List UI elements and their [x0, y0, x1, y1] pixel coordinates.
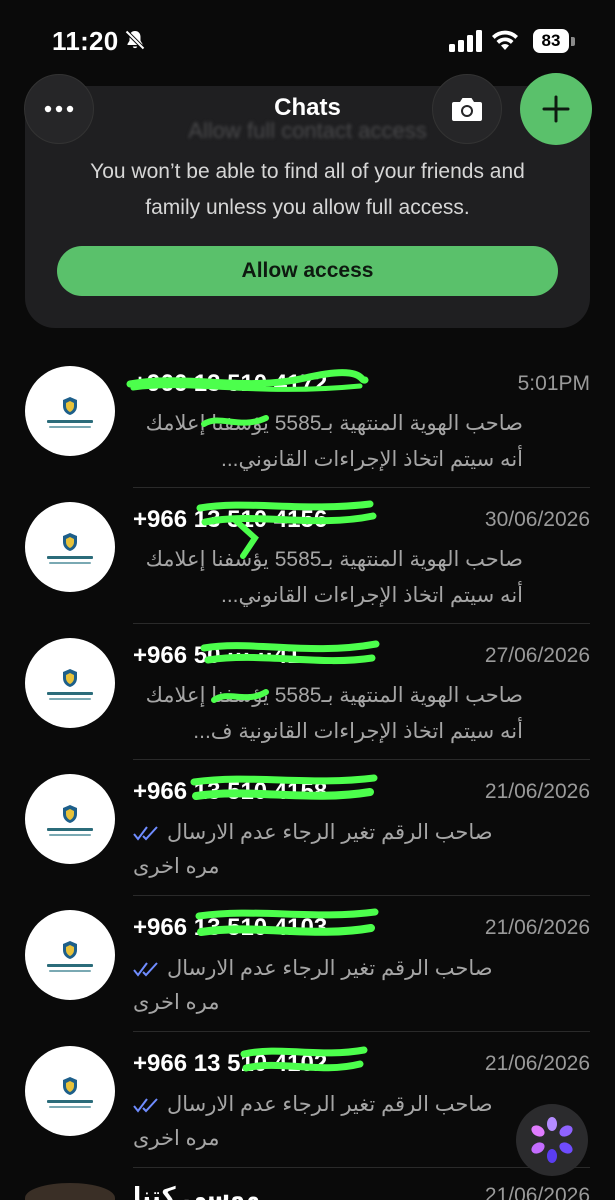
logo-text-line	[47, 420, 93, 423]
avatar	[25, 910, 115, 1000]
camera-button[interactable]	[432, 74, 502, 144]
logo-text-line	[49, 1106, 91, 1108]
battery-indicator: 83	[533, 29, 575, 53]
double-check-icon	[133, 826, 158, 842]
shield-logo-icon	[63, 1077, 77, 1095]
chat-preview: صاحب الرقم تغير الرجاء عدم الارسال مره ا…	[133, 952, 493, 1020]
chat-date: 5:01PM	[517, 372, 590, 395]
logo-text-line	[47, 828, 93, 831]
chat-preview-text: صاحب الرقم تغير الرجاء عدم الارسال	[167, 821, 493, 844]
row-divider	[133, 1167, 590, 1168]
logo-text-line	[49, 698, 91, 700]
camera-icon	[452, 98, 482, 121]
chat-date: 27/06/2026	[484, 644, 590, 667]
chat-preview-line-2: مره اخرى	[133, 1127, 220, 1150]
chat-name: +966 13 510 4172	[133, 370, 328, 397]
battery-tip	[571, 37, 575, 46]
logo-text-line	[49, 562, 91, 564]
shield-logo-icon	[63, 805, 77, 823]
avatar	[25, 638, 115, 728]
chat-preview: صاحب الرقم تغير الرجاء عدم الارسال مره ا…	[133, 816, 493, 884]
chat-preview: صاحب الهوية المنتهية بـ5585 يؤسفنا إعلام…	[145, 412, 523, 471]
chat-row[interactable]: +966 50 ··· ··41 27/06/2026 صاحب الهوية …	[0, 624, 615, 760]
chat-preview: صاحب الرقم تغير الرجاء عدم الارسال مره ا…	[133, 1088, 493, 1156]
chat-preview-line: صاحب الرقم تغير الرجاء عدم الارسال	[133, 816, 493, 850]
chat-preview-text: صاحب الرقم تغير الرجاء عدم الارسال	[167, 1093, 493, 1116]
avatar	[25, 366, 115, 456]
shield-logo-icon	[63, 397, 77, 415]
status-bar: 11:20 83	[0, 0, 615, 80]
shield-logo-icon	[63, 941, 77, 959]
allow-access-button[interactable]: Allow access	[57, 246, 558, 296]
chat-preview: صاحب الهوية المنتهية بـ5585 يؤسفنا إعلام…	[145, 684, 523, 743]
avatar	[25, 502, 115, 592]
chat-date: 21/06/2026	[484, 916, 590, 939]
more-dots-icon	[44, 105, 74, 113]
logo-text-line	[47, 556, 93, 559]
plus-icon	[542, 95, 570, 123]
shield-logo-icon	[63, 669, 77, 687]
double-check-icon	[133, 1098, 158, 1114]
status-time: 11:20	[52, 26, 119, 56]
chat-row[interactable]: +966 13 510 4172 5:01PM صاحب الهوية المن…	[0, 352, 615, 488]
chat-date: 21/06/2026	[484, 1052, 590, 1075]
chat-date: 21/06/2026	[484, 780, 590, 803]
chat-preview-line-2: مره اخرى	[133, 991, 220, 1014]
more-options-button[interactable]	[24, 74, 94, 144]
avatar	[25, 1046, 115, 1136]
chat-preview-line: صاحب الرقم تغير الرجاء عدم الارسال	[133, 952, 493, 986]
chat-row[interactable]: +966 13 510 4158 21/06/2026 صاحب الرقم ت…	[0, 760, 615, 896]
chat-preview-line-2: مره اخرى	[133, 855, 220, 878]
banner-message: You won’t be able to find all of your fr…	[90, 160, 525, 219]
logo-text-line	[47, 1100, 93, 1103]
chat-name: +966 13 510 4156	[133, 506, 328, 533]
double-check-icon	[133, 962, 158, 978]
battery-level: 83	[533, 29, 569, 53]
logo-text-line	[47, 692, 93, 695]
ai-sparkle-icon	[531, 1117, 573, 1163]
chat-name: موسى كتنا	[133, 1183, 261, 1200]
chat-date: 30/06/2026	[484, 508, 590, 531]
chat-name: +966 13 510 4158	[133, 778, 328, 805]
avatar	[25, 1183, 115, 1200]
shield-logo-icon	[63, 533, 77, 551]
chat-preview-line: صاحب الرقم تغير الرجاء عدم الارسال	[133, 1088, 493, 1122]
chat-name: +966 13 510 4102	[133, 1050, 328, 1077]
wifi-icon	[492, 30, 518, 50]
new-chat-button[interactable]	[520, 73, 592, 145]
logo-text-line	[47, 964, 93, 967]
avatar	[25, 774, 115, 864]
chat-preview-text: صاحب الرقم تغير الرجاء عدم الارسال	[167, 957, 493, 980]
cellular-signal-icon	[449, 30, 482, 52]
ai-assistant-button[interactable]	[516, 1104, 588, 1176]
logo-text-line	[49, 426, 91, 428]
chat-date: 21/06/2026	[484, 1184, 590, 1200]
bell-muted-icon	[124, 29, 146, 51]
chat-name: +966 50 ··· ··41	[133, 642, 301, 669]
chat-name: +966 13 510 4103	[133, 914, 328, 941]
chat-row[interactable]: +966 13 510 4103 21/06/2026 صاحب الرقم ت…	[0, 896, 615, 1032]
chat-row[interactable]: +966 13 510 4156 30/06/2026 صاحب الهوية …	[0, 488, 615, 624]
logo-text-line	[49, 970, 91, 972]
logo-text-line	[49, 834, 91, 836]
chat-preview: صاحب الهوية المنتهية بـ5585 يؤسفنا إعلام…	[145, 548, 523, 607]
